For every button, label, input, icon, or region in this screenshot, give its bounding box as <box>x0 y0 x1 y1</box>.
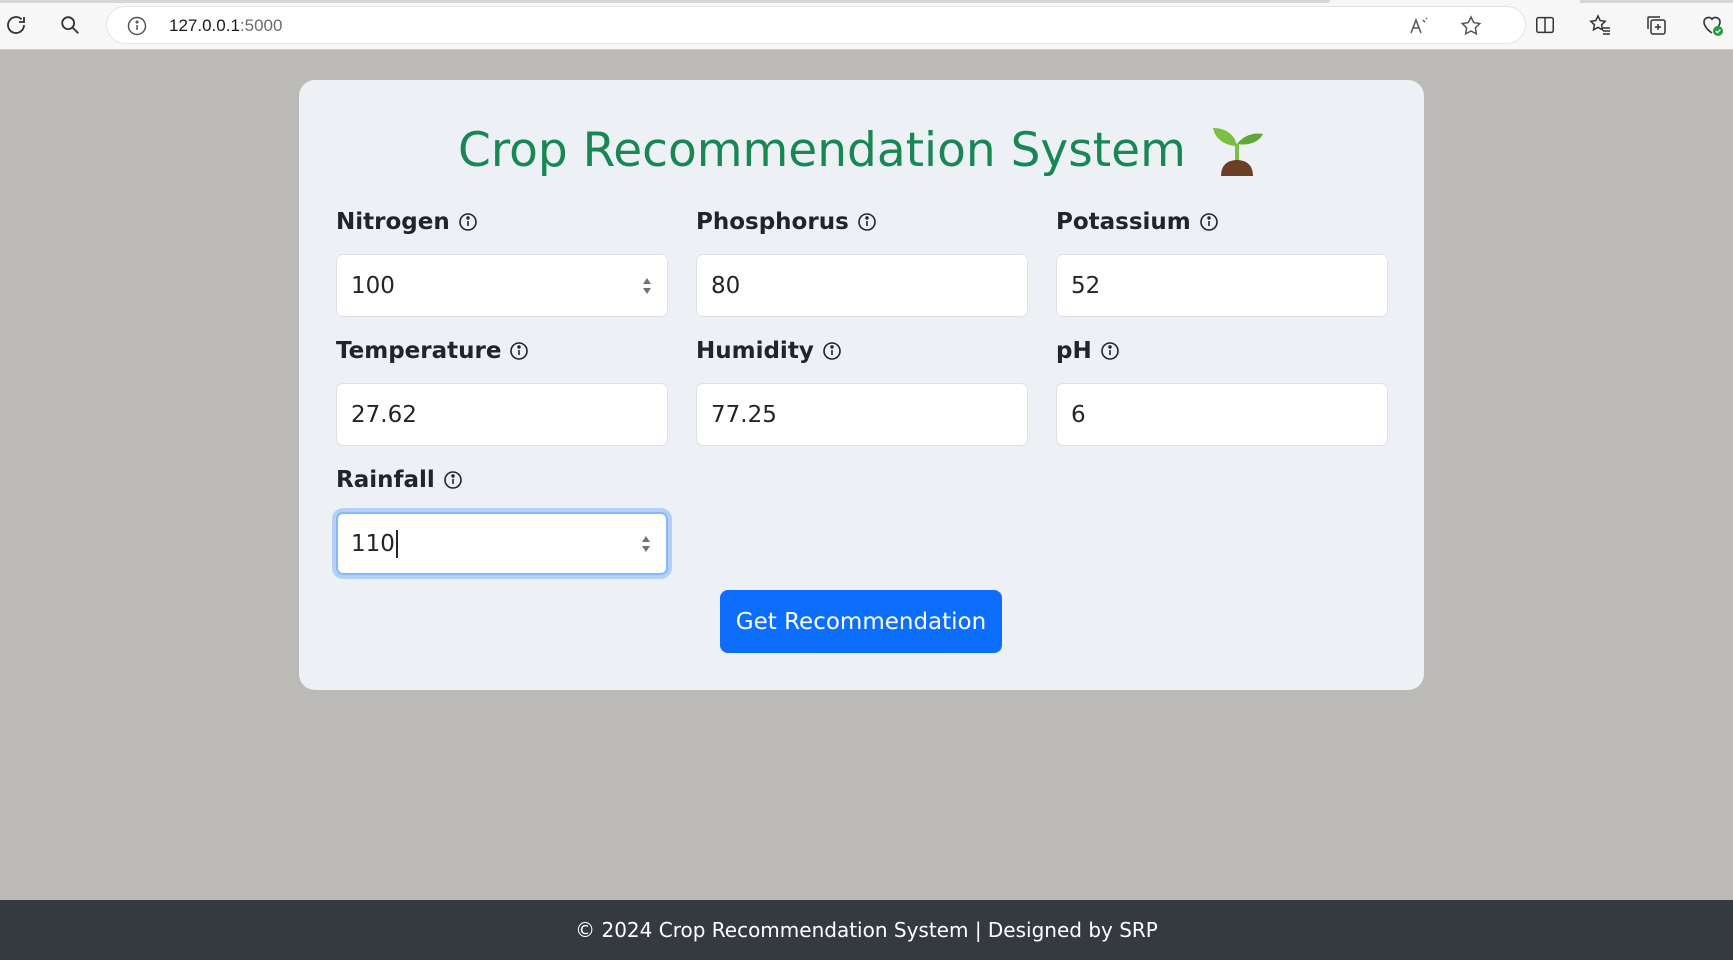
tab-strip <box>1580 0 1733 3</box>
nitrogen-label: Nitrogen <box>336 207 668 237</box>
potassium-field-group: Potassium 52 <box>1056 207 1388 317</box>
phosphorus-label-text: Phosphorus <box>696 209 849 235</box>
rainfall-value: 110 <box>351 530 395 557</box>
humidity-label: Humidity <box>696 336 1028 366</box>
temperature-input[interactable]: 27.62 <box>336 383 668 446</box>
favorite-star-icon[interactable] <box>1459 14 1483 38</box>
nitrogen-value: 100 <box>351 272 395 299</box>
browser-essentials-icon[interactable] <box>1696 9 1728 41</box>
nitrogen-label-text: Nitrogen <box>336 209 450 235</box>
favorites-icon[interactable] <box>1584 9 1616 41</box>
humidity-input[interactable]: 77.25 <box>696 383 1028 446</box>
humidity-field-group: Humidity 77.25 <box>696 336 1028 446</box>
rainfall-label: Rainfall <box>336 465 668 495</box>
nitrogen-input[interactable]: 100 <box>336 254 668 317</box>
potassium-input[interactable]: 52 <box>1056 254 1388 317</box>
humidity-value: 77.25 <box>711 401 777 428</box>
address-bar[interactable]: 127.0.0.1:5000 <box>106 6 1526 44</box>
read-aloud-icon[interactable] <box>1407 14 1431 38</box>
site-info-icon[interactable] <box>127 16 147 36</box>
potassium-label: Potassium <box>1056 207 1388 237</box>
url-text[interactable]: 127.0.0.1:5000 <box>169 16 282 36</box>
ph-label: pH <box>1056 336 1388 366</box>
collections-icon[interactable] <box>1640 9 1672 41</box>
info-icon[interactable] <box>443 470 463 490</box>
temperature-field-group: Temperature 27.62 <box>336 336 668 446</box>
footer-text: © 2024 Crop Recommendation System | Desi… <box>575 918 1158 942</box>
potassium-value: 52 <box>1071 272 1101 299</box>
temperature-label: Temperature <box>336 336 668 366</box>
ph-value: 6 <box>1071 401 1086 428</box>
title-row: Crop Recommendation System <box>299 122 1424 178</box>
footer: © 2024 Crop Recommendation System | Desi… <box>0 900 1733 960</box>
phosphorus-value: 80 <box>711 272 741 299</box>
info-icon[interactable] <box>822 341 842 361</box>
rainfall-field-group: Rainfall 110 <box>336 465 668 575</box>
humidity-label-text: Humidity <box>696 338 814 364</box>
ph-input[interactable]: 6 <box>1056 383 1388 446</box>
temperature-label-text: Temperature <box>336 338 502 364</box>
stepper-up-icon[interactable] <box>642 535 650 542</box>
rainfall-input[interactable]: 110 <box>336 512 668 575</box>
number-stepper[interactable] <box>643 277 651 294</box>
rainfall-label-text: Rainfall <box>336 467 435 493</box>
info-icon[interactable] <box>1100 341 1120 361</box>
info-icon[interactable] <box>857 212 877 232</box>
seedling-icon <box>1209 122 1265 178</box>
stepper-down-icon[interactable] <box>642 545 650 552</box>
number-stepper[interactable] <box>642 535 650 552</box>
reload-icon[interactable] <box>0 9 32 41</box>
phosphorus-field-group: Phosphorus 80 <box>696 207 1028 317</box>
phosphorus-label: Phosphorus <box>696 207 1028 237</box>
temperature-value: 27.62 <box>351 401 417 428</box>
potassium-label-text: Potassium <box>1056 209 1191 235</box>
url-host: 127.0.0.1 <box>169 16 240 35</box>
url-port: :5000 <box>239 16 283 35</box>
tab-strip <box>0 0 1330 3</box>
nitrogen-field-group: Nitrogen 100 <box>336 207 668 317</box>
text-caret <box>395 529 398 558</box>
ph-label-text: pH <box>1056 338 1092 364</box>
info-icon[interactable] <box>1199 212 1219 232</box>
info-icon[interactable] <box>509 341 529 361</box>
page-title: Crop Recommendation System <box>458 122 1186 178</box>
search-icon[interactable] <box>54 9 86 41</box>
browser-toolbar: 127.0.0.1:5000 <box>0 0 1733 50</box>
stepper-down-icon[interactable] <box>643 287 651 294</box>
stepper-up-icon[interactable] <box>643 277 651 284</box>
ph-field-group: pH 6 <box>1056 336 1388 446</box>
phosphorus-input[interactable]: 80 <box>696 254 1028 317</box>
get-recommendation-button[interactable]: Get Recommendation <box>720 590 1002 653</box>
info-icon[interactable] <box>458 212 478 232</box>
split-screen-icon[interactable] <box>1529 9 1561 41</box>
